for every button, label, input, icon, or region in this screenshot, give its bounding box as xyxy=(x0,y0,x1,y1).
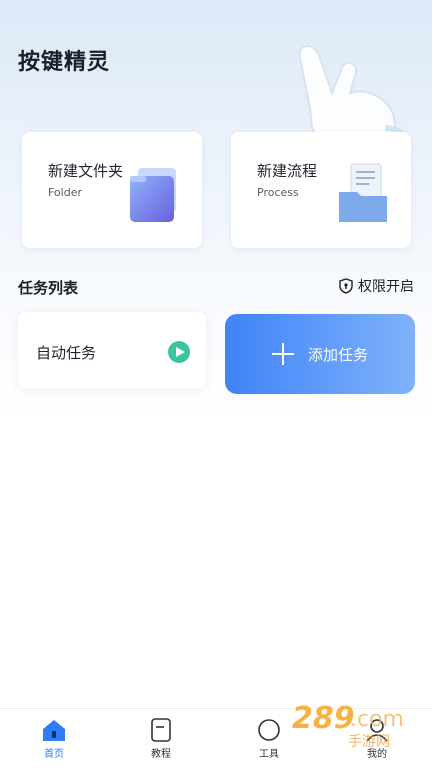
svg-text:手游网: 手游网 xyxy=(348,734,390,750)
svg-text:289: 289 xyxy=(292,701,355,736)
new-folder-subtitle: Folder xyxy=(48,186,82,199)
task-item[interactable]: 自动任务 xyxy=(18,312,206,388)
permission-button[interactable]: 权限开启 xyxy=(338,276,414,296)
tab-home[interactable]: 首页 xyxy=(24,715,84,769)
new-folder-title: 新建文件夹 xyxy=(48,162,124,180)
tutorial-icon xyxy=(151,718,171,742)
watermark-logo: 289 .com 手游网 xyxy=(292,701,404,750)
svg-text:.com: .com xyxy=(350,707,404,732)
new-process-subtitle: Process xyxy=(257,186,299,199)
folder-icon xyxy=(130,168,176,222)
plus-icon xyxy=(271,343,294,365)
add-task-button[interactable]: 添加任务 xyxy=(225,314,415,394)
permission-label: 权限开启 xyxy=(358,279,414,295)
shield-icon xyxy=(339,278,353,294)
task-list-title: 任务列表 xyxy=(18,279,79,297)
home-icon xyxy=(43,720,65,741)
app-title: 按键精灵 xyxy=(18,50,111,75)
new-folder-card[interactable]: 新建文件夹 Folder xyxy=(22,132,202,248)
tab-tutorial-label: 教程 xyxy=(151,749,171,760)
process-document-icon xyxy=(339,163,387,222)
new-process-card[interactable]: 新建流程 Process xyxy=(231,132,411,248)
tool-icon xyxy=(258,719,280,741)
new-process-title: 新建流程 xyxy=(257,162,318,180)
add-task-label: 添加任务 xyxy=(307,345,368,364)
task-item-label: 自动任务 xyxy=(36,344,97,362)
tab-home-label: 首页 xyxy=(44,749,64,760)
tab-tutorial[interactable]: 教程 xyxy=(131,715,191,769)
play-icon[interactable] xyxy=(168,341,190,363)
